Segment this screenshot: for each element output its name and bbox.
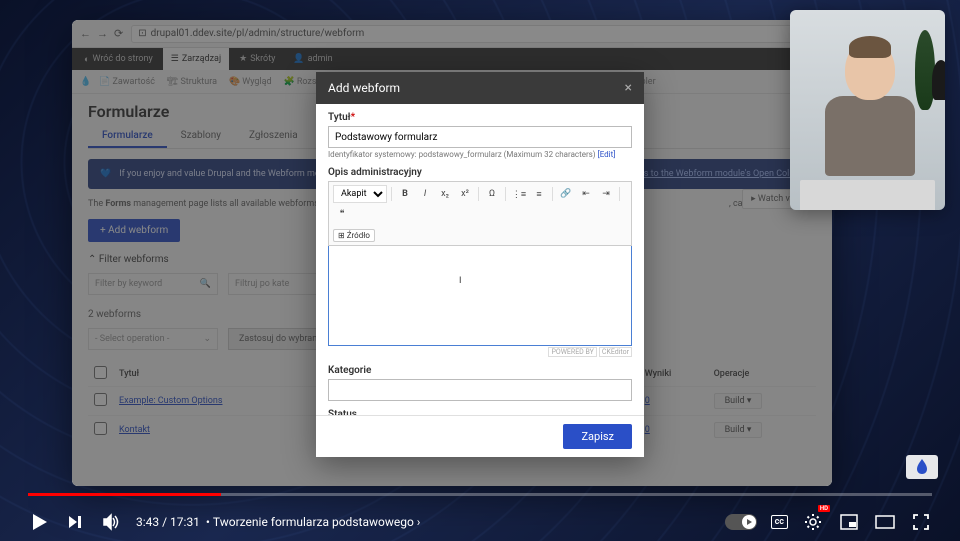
superscript-icon[interactable]: x²: [456, 185, 474, 203]
italic-icon[interactable]: I: [416, 185, 434, 203]
source-button[interactable]: ⊞ Źródło: [333, 229, 375, 242]
captions-button[interactable]: cc: [771, 515, 788, 529]
presenter-camera: [790, 10, 945, 210]
hd-badge: HD: [818, 505, 830, 512]
bold-icon[interactable]: B: [396, 185, 414, 203]
channel-watermark[interactable]: [904, 447, 940, 481]
ckeditor-footer: POWERED BYCKEditor: [328, 347, 632, 357]
text-cursor-icon: I: [459, 276, 461, 286]
modal-header: Add webform ×: [316, 72, 644, 104]
chevron-right-icon[interactable]: ›: [417, 515, 421, 529]
ckeditor-toolbar: Akapit B I x₂ x² Ω ⋮≡ ≡ 🔗 ⇤: [328, 181, 632, 226]
add-webform-modal: Add webform × Tytuł Identyfikator system…: [316, 72, 644, 457]
modal-overlay: Add webform × Tytuł Identyfikator system…: [72, 20, 832, 486]
format-select[interactable]: Akapit: [333, 185, 387, 203]
chapter-title[interactable]: Tworzenie formularza podstawowego: [213, 515, 414, 529]
next-icon[interactable]: [64, 511, 86, 533]
indent-icon[interactable]: ⇥: [597, 185, 615, 203]
fullscreen-icon[interactable]: [910, 511, 932, 533]
special-char-icon[interactable]: Ω: [483, 185, 501, 203]
volume-icon[interactable]: [100, 511, 122, 533]
play-icon[interactable]: [28, 511, 50, 533]
outdent-icon[interactable]: ⇤: [577, 185, 595, 203]
youtube-player-bar: 3:43 / 17:31 • Tworzenie formularza pods…: [0, 493, 960, 541]
link-icon[interactable]: 🔗: [557, 185, 575, 203]
title-input[interactable]: [328, 126, 632, 148]
admin-desc-label: Opis administracyjny: [328, 167, 632, 178]
theater-icon[interactable]: [874, 511, 896, 533]
category-input[interactable]: [328, 379, 632, 401]
admin-desc-textarea[interactable]: I: [328, 246, 632, 346]
settings-icon[interactable]: HD: [802, 511, 824, 533]
bullet-list-icon[interactable]: ⋮≡: [510, 185, 528, 203]
category-label: Kategorie: [328, 365, 632, 376]
machine-name-hint: Identyfikator systemowy: podstawowy_form…: [328, 150, 632, 159]
number-list-icon[interactable]: ≡: [530, 185, 548, 203]
microphone: [932, 60, 945, 100]
title-label: Tytuł: [328, 112, 632, 123]
close-icon[interactable]: ×: [625, 80, 632, 96]
subscript-icon[interactable]: x₂: [436, 185, 454, 203]
miniplayer-icon[interactable]: [838, 511, 860, 533]
save-button[interactable]: Zapisz: [563, 424, 632, 449]
time-display: 3:43 / 17:31 • Tworzenie formularza pods…: [136, 515, 420, 529]
blockquote-icon[interactable]: ❝: [333, 205, 351, 223]
browser-window: ← → ⟳ ⊡ drupal01.ddev.site/pl/admin/stru…: [72, 20, 832, 486]
laptop: [800, 180, 935, 210]
progress-bar[interactable]: [28, 493, 932, 496]
autoplay-toggle[interactable]: [725, 514, 757, 530]
edit-machine-name[interactable]: [Edit]: [598, 150, 616, 159]
modal-title: Add webform: [328, 81, 400, 95]
